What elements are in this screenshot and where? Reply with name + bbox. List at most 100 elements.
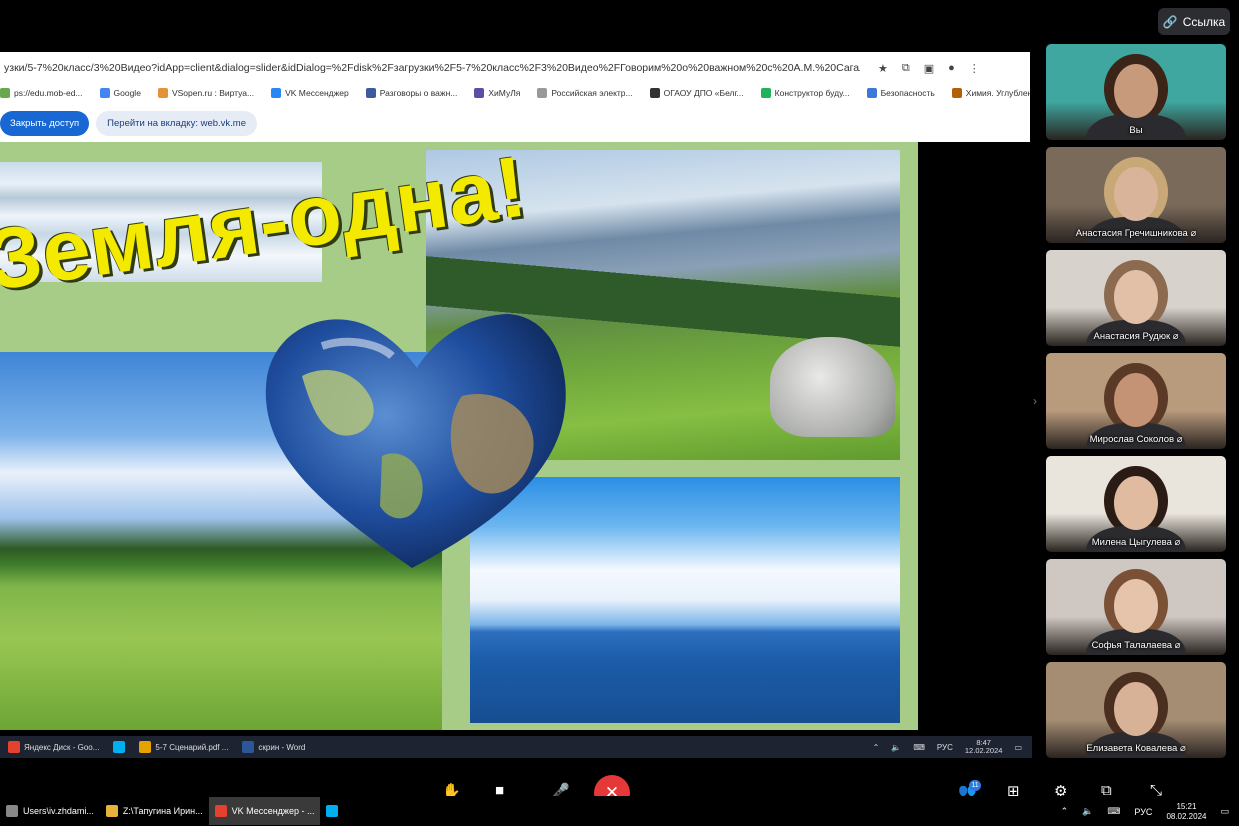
bookmark-icon — [649, 88, 660, 98]
copy-link-button[interactable]: 🔗 Ссылка — [1158, 8, 1230, 35]
participant-name: Анастасия Рудюк ⌀ — [1093, 331, 1179, 342]
bookmark-label: Разговоры о важн... — [379, 88, 458, 98]
chevron-up-icon[interactable]: ⌃ — [873, 743, 880, 752]
rock-image — [770, 337, 895, 437]
participant-video — [1114, 64, 1158, 118]
bookmark-icon — [99, 88, 110, 98]
taskbar-app[interactable]: Яндекс Диск - Goo... — [8, 741, 99, 753]
bookmark-icon — [0, 88, 10, 98]
bookmark-label: ХиМуЛя — [488, 88, 521, 98]
taskbar-app-label: скрин - Word — [258, 742, 306, 752]
volume-icon[interactable]: 🔈 — [1082, 806, 1093, 817]
notification-icon[interactable]: ▭ — [1220, 806, 1229, 817]
taskbar-app[interactable]: 5-7 Сценарий.pdf ... — [139, 741, 228, 753]
bookmark-item[interactable]: ps://edu.mob-ed... — [0, 88, 83, 98]
presentation-slide: Земля-одна! — [0, 142, 918, 730]
bookmark-item[interactable]: Химия. Углубленны... — [951, 88, 1030, 98]
taskbar-app-label: Яндекс Диск - Goo... — [24, 742, 100, 752]
bookmark-label: Химия. Углубленны... — [965, 88, 1030, 98]
participant-tile[interactable]: Милена Цыгулева ⌀ — [1046, 456, 1226, 552]
skype-icon — [113, 741, 126, 753]
bookmark-item[interactable]: Безопасность — [866, 88, 935, 98]
participant-tile[interactable]: Анастасия Гречишникова ⌀ — [1046, 147, 1226, 243]
taskbar-app[interactable]: скрин - Word — [242, 741, 305, 753]
bookmark-icon — [474, 88, 485, 98]
participant-tile[interactable]: Анастасия Рудюк ⌀ — [1046, 250, 1226, 346]
menu-icon[interactable]: ⋮ — [969, 62, 980, 75]
participant-tile[interactable]: Мирослав Соколов ⌀ — [1046, 353, 1226, 449]
participant-video — [1114, 373, 1158, 427]
taskbar-app-label: Users\iv.zhdami... — [23, 806, 94, 816]
bookmark-label: Google — [113, 88, 141, 98]
participant-name: Милена Цыгулева ⌀ — [1091, 537, 1181, 548]
profile-icon[interactable]: ● — [948, 62, 955, 75]
participant-video — [1114, 476, 1158, 530]
bookmark-icon — [951, 88, 962, 98]
keyboard-icon[interactable]: ⌨ — [913, 743, 925, 752]
volume-icon[interactable]: 🔈 — [891, 743, 901, 752]
address-bar[interactable]: узки/5-7%20класс/3%20Видео?idApp=client&… — [0, 62, 860, 74]
participant-name: Мирослав Соколов ⌀ — [1089, 434, 1183, 445]
close-access-button[interactable]: Закрыть доступ — [0, 110, 90, 136]
bookmark-label: ОГАОУ ДПО «Белг... — [663, 88, 744, 98]
bookmark-item[interactable]: ОГАОУ ДПО «Белг... — [649, 88, 744, 98]
language-indicator[interactable]: РУС — [1134, 807, 1152, 817]
taskbar-app-label: 5-7 Сценарий.pdf ... — [155, 742, 229, 752]
shared-taskbar: Яндекс Диск - Goo... 5-7 Сценарий.pdf ...… — [0, 736, 1032, 758]
bookmark-icon — [866, 88, 877, 98]
link-icon: 🔗 — [1162, 14, 1178, 29]
keyboard-icon[interactable]: ⌨ — [1107, 806, 1120, 817]
participant-video — [1114, 270, 1158, 324]
taskbar-app-label: Z:\Тапугина Ирин... — [122, 806, 203, 816]
taskbar-app-label: VK Мессенджер - ... — [231, 806, 315, 816]
word-icon — [242, 741, 255, 753]
earth-heart-image — [265, 314, 566, 568]
bookmark-label: VK Мессенджер — [285, 88, 349, 98]
taskbar-app[interactable] — [320, 797, 344, 825]
extensions-icon[interactable]: ⧉ — [902, 62, 910, 75]
participant-name: Анастасия Гречишникова ⌀ — [1075, 228, 1197, 239]
sidebar-toggle-icon[interactable]: › — [1033, 394, 1037, 408]
chevron-up-icon[interactable]: ⌃ — [1061, 806, 1069, 817]
chrome-icon — [8, 741, 20, 753]
participant-video — [1114, 579, 1158, 633]
participant-tile[interactable]: Елизавета Ковалева ⌀ — [1046, 662, 1226, 758]
bookmark-item[interactable]: ХиМуЛя — [474, 88, 520, 98]
copy-link-label: Ссылка — [1182, 14, 1226, 29]
bookmark-icon — [271, 88, 282, 98]
language-indicator[interactable]: РУС — [937, 743, 953, 752]
chrome-icon — [214, 805, 227, 817]
pdf-icon — [139, 741, 152, 753]
bookmark-item[interactable]: Конструктор буду... — [760, 88, 850, 98]
bookmark-item[interactable]: Google — [99, 88, 141, 98]
taskbar-app[interactable]: Z:\Тапугина Ирин... — [100, 797, 209, 825]
taskbar-app[interactable]: VK Мессенджер - ... — [208, 797, 321, 825]
skype-icon — [326, 805, 339, 817]
system-clock[interactable]: 15:21 08.02.2024 — [1166, 802, 1206, 821]
bookmark-icon — [365, 88, 376, 98]
participant-name: Вы — [1129, 125, 1143, 136]
bookmark-label: Конструктор буду... — [774, 88, 850, 98]
inner-clock[interactable]: 8:47 12.02.2024 — [965, 738, 1003, 756]
star-icon[interactable]: ★ — [878, 62, 888, 75]
bookmark-item[interactable]: VSopen.ru : Виртуа... — [157, 88, 254, 98]
bookmark-label: ps://edu.mob-ed... — [14, 88, 83, 98]
notification-icon[interactable]: ▭ — [1014, 743, 1022, 752]
address-bar-row: узки/5-7%20класс/3%20Видео?idApp=client&… — [0, 52, 1030, 84]
taskbar-app[interactable] — [113, 741, 126, 753]
sidebar-icon[interactable]: ▣ — [924, 62, 934, 75]
browser-window: узки/5-7%20класс/3%20Видео?idApp=client&… — [0, 52, 1030, 142]
windows-taskbar: Users\iv.zhdami... Z:\Тапугина Ирин... VK … — [0, 796, 1239, 826]
bookmark-item[interactable]: VK Мессенджер — [271, 88, 349, 98]
participant-name: Софья Талалаева ⌀ — [1091, 640, 1181, 651]
participant-tile[interactable]: Вы — [1046, 44, 1226, 140]
taskbar-app[interactable]: Users\iv.zhdami... — [0, 797, 100, 825]
folder-icon — [105, 805, 118, 817]
bookmark-item[interactable]: Разговоры о важн... — [365, 88, 458, 98]
bookmark-label: Российская электр... — [551, 88, 633, 98]
shared-screen: узки/5-7%20класс/3%20Видео?idApp=client&… — [0, 48, 1032, 758]
participant-tile[interactable]: Софья Талалаева ⌀ — [1046, 559, 1226, 655]
goto-tab-button[interactable]: Перейти на вкладку: web.vk.me — [96, 110, 257, 136]
bookmark-item[interactable]: Российская электр... — [537, 88, 633, 98]
bookmark-icon — [537, 88, 548, 98]
